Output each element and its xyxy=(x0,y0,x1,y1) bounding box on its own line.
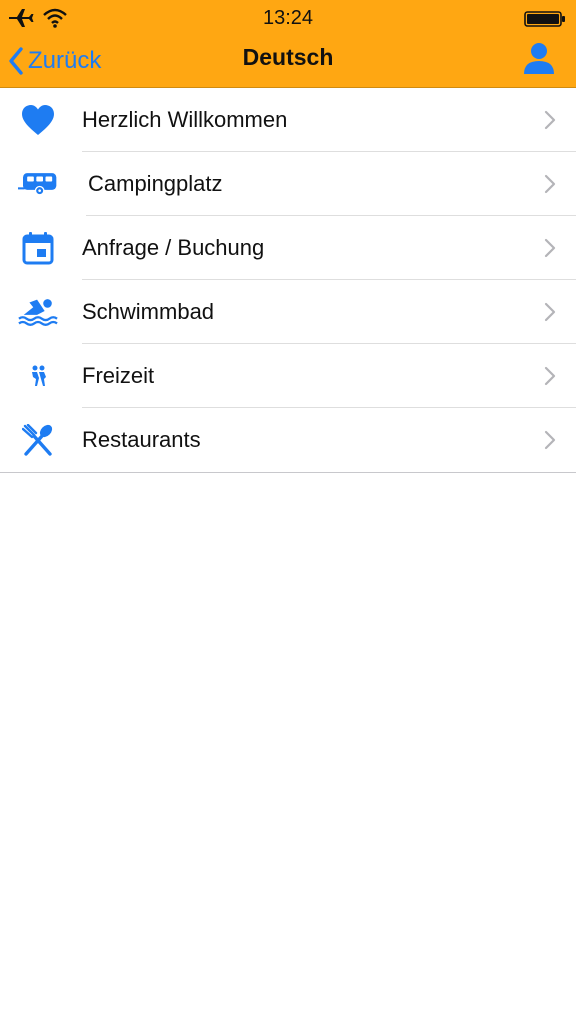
swimmer-icon xyxy=(18,292,58,332)
back-button[interactable]: Zurück xyxy=(8,42,101,80)
chevron-right-icon xyxy=(544,110,556,130)
hikers-icon xyxy=(18,356,58,396)
menu-item-label: Restaurants xyxy=(82,427,201,452)
utensils-icon xyxy=(18,420,58,460)
profile-icon[interactable] xyxy=(522,41,556,75)
caravan-icon xyxy=(18,164,58,204)
chevron-right-icon xyxy=(544,366,556,386)
menu-item-restaurants[interactable]: Restaurants xyxy=(0,408,576,472)
menu-item-freizeit[interactable]: Freizeit xyxy=(0,344,576,408)
calendar-icon xyxy=(18,228,58,268)
menu-item-label: Herzlich Willkommen xyxy=(82,107,288,132)
heart-icon xyxy=(18,100,58,140)
menu-item-label: Anfrage / Buchung xyxy=(82,235,265,260)
chevron-right-icon xyxy=(544,302,556,322)
menu-item-label: Schwimmbad xyxy=(82,299,215,324)
chevron-right-icon xyxy=(544,430,556,450)
navigation-bar: Zurück Deutsch xyxy=(0,38,576,88)
menu-item-anfrage-buchung[interactable]: Anfrage / Buchung xyxy=(0,216,576,280)
chevron-right-icon xyxy=(544,174,556,194)
back-label: Zurück xyxy=(28,47,102,74)
menu-item-label: Freizeit xyxy=(82,363,155,388)
menu-list: Herzlich Willkommen Campingplatz Anfrage… xyxy=(0,88,576,473)
chevron-right-icon xyxy=(544,238,556,258)
chevron-left-icon xyxy=(9,47,23,75)
menu-item-campingplatz[interactable]: Campingplatz xyxy=(0,152,576,216)
menu-item-label: Campingplatz xyxy=(88,171,223,196)
app-header: 13:24 Zurück Deutsch xyxy=(0,0,576,88)
status-bar: 13:24 xyxy=(0,0,576,38)
menu-item-schwimmbad[interactable]: Schwimmbad xyxy=(0,280,576,344)
menu-item-herzlich-willkommen[interactable]: Herzlich Willkommen xyxy=(0,88,576,152)
status-time: 13:24 xyxy=(262,7,314,29)
battery-icon xyxy=(524,11,565,27)
